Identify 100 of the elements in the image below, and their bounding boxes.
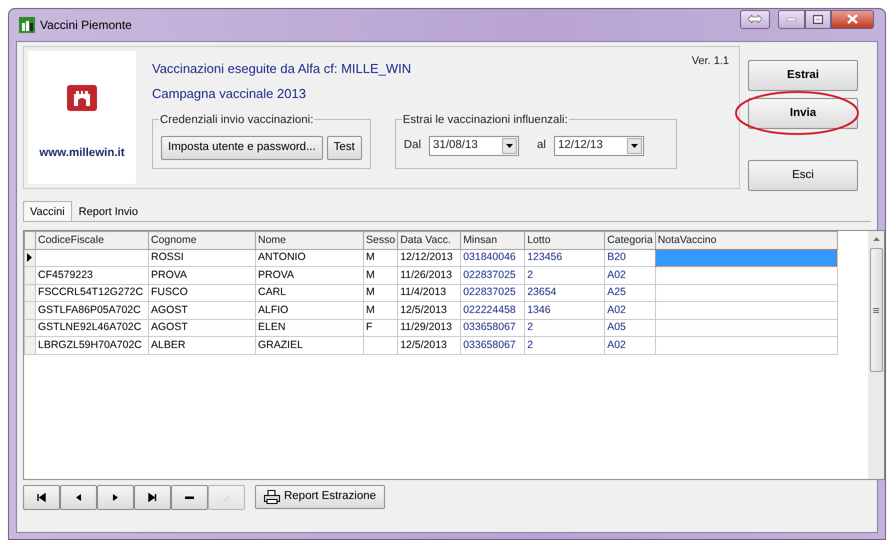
last-record-button[interactable] (134, 485, 171, 510)
current-row-arrow-icon (27, 253, 32, 262)
printer-icon (264, 490, 280, 504)
table-cell: AGOST (148, 319, 256, 336)
close-icon (847, 14, 858, 24)
table-cell: 2 (524, 319, 605, 336)
table-cell: ALBER (148, 336, 256, 354)
column-header[interactable]: Categoria (604, 232, 656, 249)
maximize-icon (813, 14, 823, 24)
table-cell: 033658067 (460, 336, 525, 354)
table-cell (364, 336, 398, 354)
column-header[interactable]: NotaVaccino (655, 232, 838, 249)
skip-back-icon (37, 493, 46, 502)
table-cell: M (364, 249, 398, 266)
dropdown-arrow-icon (506, 144, 514, 148)
table-cell: 11/4/2013 (398, 284, 461, 302)
table-cell: PROVA (256, 266, 364, 284)
campaign-text: Campagna vaccinale 2013 (152, 84, 307, 103)
check-icon (222, 493, 231, 502)
table-cell: GSTLNE92L46A702C (36, 319, 148, 336)
table-cell: 23654 (524, 284, 605, 302)
column-header[interactable]: Minsan (460, 232, 525, 249)
table-cell: 1346 (524, 302, 605, 319)
table-cell: 11/29/2013 (398, 319, 461, 336)
table-cell: AGOST (148, 302, 256, 319)
table-cell: 12/5/2013 (398, 336, 461, 354)
castle-logo-icon (67, 85, 97, 111)
skip-forward-icon (148, 493, 157, 502)
table-cell: 123456 (524, 249, 605, 266)
table-cell: ROSSI (148, 249, 256, 266)
resize-button[interactable] (740, 10, 770, 28)
table-cell: ELEN (256, 319, 364, 336)
table-cell: FSCCRL54T12G272C (36, 284, 148, 302)
row-indicator[interactable] (24, 249, 36, 266)
column-header[interactable]: Nome (256, 232, 364, 249)
scroll-thumb[interactable] (870, 248, 882, 372)
table-cell: GSTLFA86P05A702C (36, 302, 148, 319)
table-cell: M (364, 266, 398, 284)
delete-record-button[interactable] (171, 485, 208, 510)
triangle-left-icon (74, 493, 83, 502)
table-cell: LBRGZL59H70A702C (36, 336, 148, 354)
table-cell: FUSCO (148, 284, 256, 302)
table-cell: A02 (604, 302, 656, 319)
table-cell: 033658067 (460, 319, 525, 336)
credentials-button[interactable]: Test (326, 136, 362, 160)
table-cell: 2 (524, 266, 605, 284)
scroll-up-icon (872, 237, 880, 241)
table-cell: ANTONIO (256, 249, 364, 266)
dropdown-arrow-icon (630, 144, 638, 148)
header-cell (24, 232, 36, 249)
table-cell: 031840046 (460, 249, 525, 266)
table-cell: A25 (604, 284, 656, 302)
table-cell: ALFIO (256, 302, 364, 319)
table-cell: 12/5/2013 (398, 302, 461, 319)
table-cell: A02 (604, 266, 656, 284)
credentials-button[interactable]: Imposta utente e password... (161, 136, 323, 160)
from-label: Dal (404, 138, 422, 154)
action-button[interactable]: Esci (748, 160, 858, 191)
maximize-button[interactable] (805, 10, 831, 28)
from-date-dropdown[interactable]: 31/08/13 (429, 136, 520, 156)
scrollbar[interactable] (868, 231, 884, 479)
column-header[interactable]: Lotto (524, 232, 605, 249)
tab[interactable]: Report Invio (72, 201, 145, 221)
app-icon (19, 17, 35, 33)
table-cell: 12/12/2013 (398, 249, 461, 266)
info-text: Vaccinazioni eseguite da Alfa cf: MILLE_WIN (152, 60, 412, 78)
triangle-right-icon (111, 493, 120, 502)
table-cell: 022837025 (460, 284, 525, 302)
table-cell: A02 (604, 336, 656, 354)
action-button[interactable]: Invia (748, 98, 858, 129)
table-cell: M (364, 302, 398, 319)
minimize-icon (787, 18, 796, 20)
table-cell: 11/26/2013 (398, 266, 461, 284)
column-header[interactable]: Cognome (148, 232, 256, 249)
column-header[interactable]: Data Vacc. (398, 232, 461, 249)
table-cell: F (364, 319, 398, 336)
column-header[interactable]: CodiceFiscale (36, 232, 148, 249)
window-title: Vaccini Piemonte (40, 17, 132, 34)
close-button[interactable] (831, 10, 874, 28)
table-cell: A05 (604, 319, 656, 336)
first-record-button[interactable] (23, 485, 60, 510)
tab[interactable]: Vaccini (23, 201, 72, 221)
report-button[interactable]: Report Estrazione (255, 485, 385, 509)
table-cell: M (364, 284, 398, 302)
minimize-button[interactable] (778, 10, 805, 28)
table-cell: 022837025 (460, 266, 525, 284)
website-label: www.millewin.it (39, 146, 125, 161)
table-cell: 2 (524, 336, 605, 354)
table-cell: 022224458 (460, 302, 525, 319)
grip-icon (873, 308, 879, 312)
column-header[interactable]: Sesso (364, 232, 398, 249)
to-date-dropdown[interactable]: 12/12/13 (554, 136, 644, 156)
table-cell: CF4579223 (36, 266, 148, 284)
table-cell: PROVA (148, 266, 256, 284)
table-cell: GRAZIEL (256, 336, 364, 354)
table-cell: CARL (256, 284, 364, 302)
version-label: Ver. 1.1 (692, 54, 729, 69)
action-button[interactable]: Estrai (748, 60, 858, 91)
double-arrow-icon (748, 15, 762, 23)
to-label: al (537, 138, 546, 154)
